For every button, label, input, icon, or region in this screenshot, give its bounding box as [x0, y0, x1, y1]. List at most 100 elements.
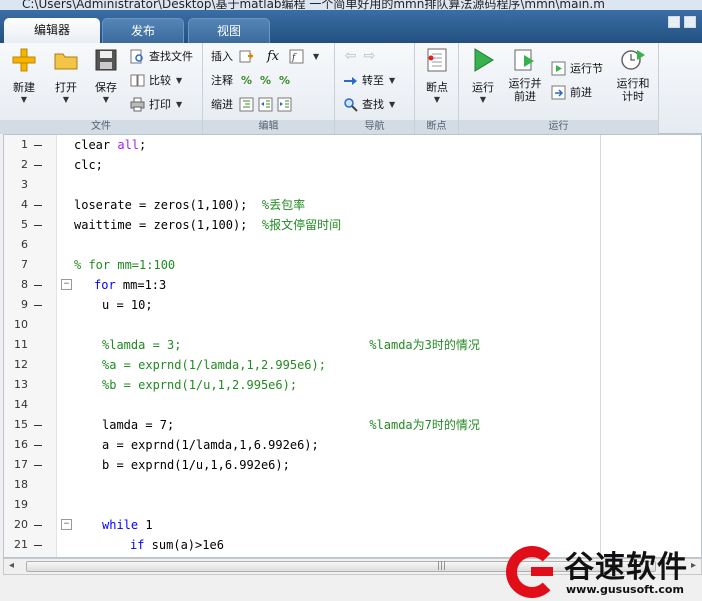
run-group: 运行 ▼ 运行并 前进 运行节 前进 运行和 计时 运行 — [459, 43, 659, 134]
line-number: 3 — [21, 178, 28, 191]
print-button[interactable]: 打印 ▼ — [130, 95, 182, 113]
tab-publish[interactable]: 发布 — [102, 18, 184, 43]
find-files-button[interactable]: 查找文件 — [130, 47, 193, 65]
code-line[interactable]: 15 lamda = 7; %lamda为7时的情况 — [4, 415, 699, 435]
insert-menu-button[interactable]: f ▼ — [289, 47, 319, 65]
code-line[interactable]: 11 %lamda = 3; %lamda为3时的情况 — [4, 335, 699, 355]
code-line[interactable]: 9 u = 10; — [4, 295, 699, 315]
find-files-icon — [130, 49, 145, 64]
code-line[interactable]: 3 — [4, 175, 699, 195]
code-text[interactable]: waittime = zeros(1,100); %报文停留时间 — [74, 215, 341, 235]
save-button[interactable]: 保存 ▼ — [88, 47, 124, 105]
line-number: 7 — [21, 258, 28, 271]
code-text[interactable]: a = exprnd(1/lamda,1,6.992e6); — [102, 435, 319, 455]
code-text[interactable]: clc; — [74, 155, 103, 175]
breakpoint-dash-icon[interactable] — [34, 305, 42, 306]
code-editor[interactable]: 1 clear all; 2 clc; 3 4 loserate = zeros(1,100… — [3, 134, 702, 558]
line-number: 18 — [14, 478, 28, 491]
compare-label: 比较 — [149, 74, 171, 87]
goto-button[interactable]: 转至 ▼ — [343, 71, 395, 89]
insert-label: 插入 — [211, 50, 233, 63]
breakpoint-dash-icon[interactable] — [34, 205, 42, 206]
back-arrow-icon[interactable]: ⇦ — [343, 48, 358, 64]
code-text[interactable]: for mm=1:3 — [94, 275, 166, 295]
run-label: 运行 — [472, 81, 494, 94]
compare-button[interactable]: 比较 ▼ — [130, 71, 182, 89]
run-and-time-button[interactable]: 运行和 计时 — [613, 47, 653, 103]
code-text[interactable]: b = exprnd(1/u,1,6.992e6); — [102, 455, 290, 475]
comment-button[interactable]: 注释 % % % — [211, 71, 296, 89]
breakpoint-dash-icon[interactable] — [34, 145, 42, 146]
code-line[interactable]: 17 b = exprnd(1/u,1,6.992e6); — [4, 455, 699, 475]
back-forward-buttons[interactable]: ⇦ ⇨ — [343, 47, 381, 65]
restore-icon[interactable] — [668, 16, 680, 28]
code-line[interactable]: 13 %b = exprnd(1/u,1,2.995e6); — [4, 375, 699, 395]
code-line[interactable]: 12 %a = exprnd(1/lamda,1,2.995e6); — [4, 355, 699, 375]
keyword-token: if — [130, 538, 145, 552]
breakpoint-dash-icon[interactable] — [34, 225, 42, 226]
code-line[interactable]: 19 — [4, 495, 699, 515]
breakpoint-dash-icon[interactable] — [34, 425, 42, 426]
code-line[interactable]: 18 — [4, 475, 699, 495]
code-text[interactable]: if sum(a)>1e6 — [130, 535, 224, 555]
code-line[interactable]: 4 loserate = zeros(1,100); %丢包率 — [4, 195, 699, 215]
goto-arrow-icon — [343, 73, 358, 88]
insert-button[interactable]: 插入 — [211, 47, 258, 65]
line-number: 14 — [14, 398, 28, 411]
run-and-advance-button[interactable]: 运行并 前进 — [505, 47, 545, 103]
code-line[interactable]: 1 clear all; — [4, 135, 699, 155]
code-text[interactable]: loserate = zeros(1,100); %丢包率 — [74, 195, 305, 215]
code-line[interactable]: 8 − for mm=1:3 — [4, 275, 699, 295]
keyword-token: for — [94, 278, 116, 292]
breakpoint-dash-icon[interactable] — [34, 445, 42, 446]
tab-view[interactable]: 视图 — [188, 18, 270, 43]
breakpoint-dash-icon[interactable] — [34, 285, 42, 286]
run-button[interactable]: 运行 ▼ — [465, 47, 501, 105]
code-text[interactable]: %a = exprnd(1/lamda,1,2.995e6); — [102, 355, 326, 375]
code-text[interactable]: clear all; — [74, 135, 146, 155]
code-fold-icon[interactable]: − — [61, 519, 72, 530]
line-number: 16 — [14, 438, 28, 451]
code-text[interactable]: % for mm=1:100 — [74, 255, 175, 275]
save-disk-icon — [93, 47, 119, 73]
advance-button[interactable]: 前进 — [551, 83, 592, 101]
code-text[interactable]: lamda = 7; %lamda为7时的情况 — [102, 415, 480, 435]
code-line[interactable]: 16 a = exprnd(1/lamda,1,6.992e6); — [4, 435, 699, 455]
code-line[interactable]: 6 — [4, 235, 699, 255]
scroll-left-arrow-icon[interactable]: ◂ — [9, 560, 14, 571]
indent-button[interactable]: 缩进 — [211, 95, 296, 113]
breakpoint-dash-icon[interactable] — [34, 545, 42, 546]
code-token: ; — [139, 138, 147, 152]
breakpoint-dash-icon[interactable] — [34, 165, 42, 166]
code-line[interactable]: 20 − while 1 — [4, 515, 699, 535]
breakpoint-dash-icon[interactable] — [34, 525, 42, 526]
watermark-url: www.gususoft.com — [566, 583, 684, 596]
insert-section-icon — [239, 49, 254, 64]
breakpoints-button[interactable]: 断点 ▼ — [419, 47, 455, 105]
code-line[interactable]: 10 — [4, 315, 699, 335]
breakpoint-dash-icon[interactable] — [34, 465, 42, 466]
tab-editor[interactable]: 编辑器 — [4, 18, 100, 43]
code-line[interactable]: 7 % for mm=1:100 — [4, 255, 699, 275]
chevron-down-icon: ▼ — [479, 95, 487, 104]
code-text[interactable]: %lamda = 3; %lamda为3时的情况 — [102, 335, 480, 355]
find-button[interactable]: 查找 ▼ — [343, 95, 395, 113]
run-section-button[interactable]: 运行节 — [551, 59, 603, 77]
close-panel-icon[interactable] — [684, 16, 696, 28]
advance-label: 前进 — [570, 86, 592, 99]
printer-icon — [130, 97, 145, 112]
code-token: a = exprnd(1/lamda,1,6.992e6); — [102, 438, 319, 452]
code-line[interactable]: 14 — [4, 395, 699, 415]
insert-function-button[interactable]: fx — [267, 47, 279, 65]
comment-token: %丢包率 — [261, 198, 306, 212]
goto-label: 转至 — [362, 74, 384, 87]
forward-arrow-icon[interactable]: ⇨ — [362, 48, 377, 64]
code-text[interactable]: while 1 — [102, 515, 153, 535]
open-button[interactable]: 打开 ▼ — [48, 47, 84, 105]
code-line[interactable]: 5 waittime = zeros(1,100); %报文停留时间 — [4, 215, 699, 235]
code-fold-icon[interactable]: − — [61, 279, 72, 290]
code-text[interactable]: %b = exprnd(1/u,1,2.995e6); — [102, 375, 297, 395]
code-line[interactable]: 2 clc; — [4, 155, 699, 175]
code-text[interactable]: u = 10; — [102, 295, 153, 315]
new-button[interactable]: 新建 ▼ — [6, 47, 42, 105]
